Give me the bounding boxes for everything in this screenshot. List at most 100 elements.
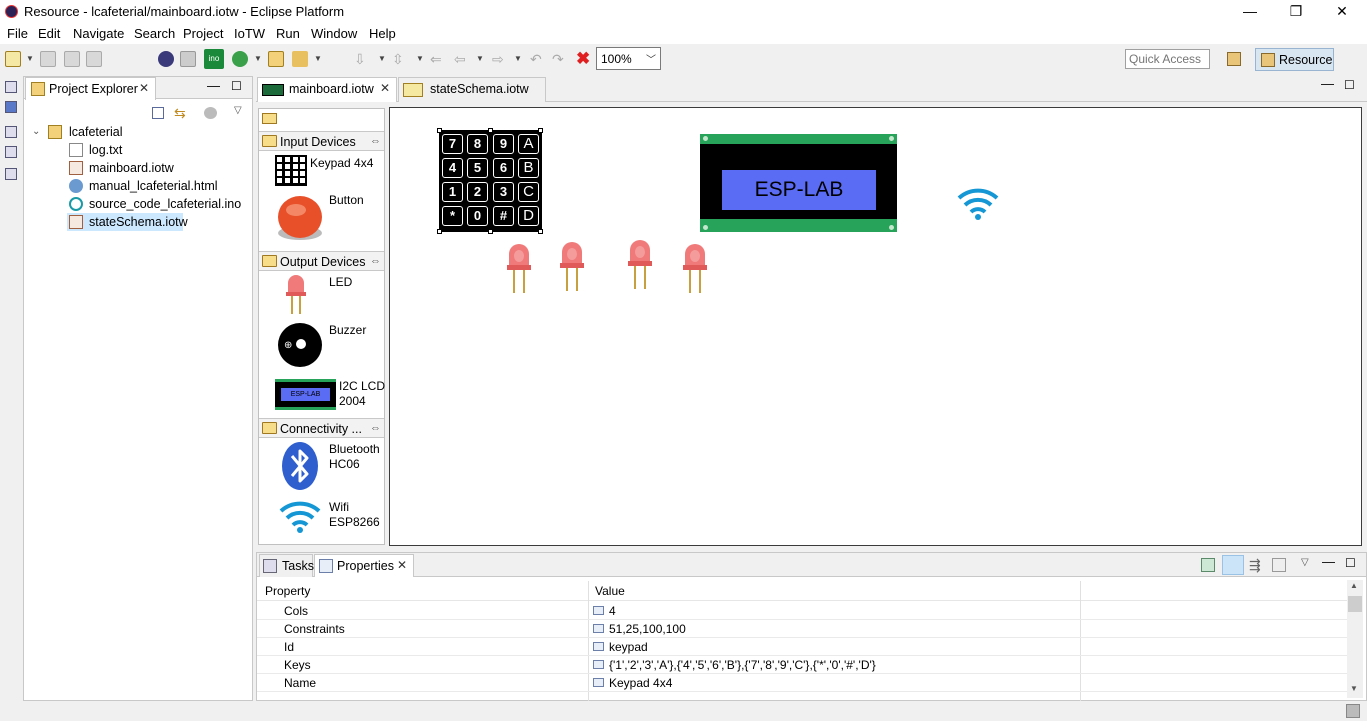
open-perspective-icon[interactable]: [1227, 52, 1241, 66]
ino-icon[interactable]: ino: [204, 49, 224, 69]
minimize-icon[interactable]: —: [1322, 554, 1335, 569]
zoom-select[interactable]: 100% ﹀: [596, 47, 661, 70]
menu-window[interactable]: Window: [311, 26, 357, 41]
maximize-icon[interactable]: ☐: [1345, 556, 1356, 570]
lcd-palette-icon[interactable]: ESP-LAB: [275, 379, 336, 410]
restore-default-icon[interactable]: [1272, 558, 1286, 572]
scrollbar-thumb[interactable]: [1348, 596, 1362, 612]
pin-icon[interactable]: [1201, 558, 1215, 572]
tree-project[interactable]: ⌄ lcafeterial: [32, 123, 232, 141]
maximize-icon[interactable]: ☐: [1344, 78, 1355, 92]
collapse-icon[interactable]: ⇔: [370, 135, 381, 147]
view-menu-icon[interactable]: ▽: [234, 105, 242, 116]
maximize-button[interactable]: ❐: [1273, 0, 1319, 24]
palette-item-buzzer[interactable]: Buzzer: [329, 323, 366, 338]
tab-mainboard[interactable]: mainboard.iotw ✕: [257, 77, 397, 102]
palette-item-wifi[interactable]: Wifi ESP8266: [329, 500, 380, 530]
lcd-component[interactable]: ESP-LAB: [700, 134, 897, 232]
delete-icon[interactable]: ✖: [576, 49, 592, 68]
palette-group-input[interactable]: Input Devices ⇔: [259, 131, 384, 151]
property-row[interactable]: Cols 4: [257, 602, 1349, 620]
menu-project[interactable]: Project: [183, 26, 223, 41]
collapse-all-icon[interactable]: [152, 107, 164, 119]
led-palette-icon[interactable]: [285, 275, 307, 315]
menu-search[interactable]: Search: [134, 26, 175, 41]
tree-file[interactable]: mainboard.iotw: [69, 159, 249, 177]
chevron-down-icon[interactable]: ▼: [26, 54, 34, 63]
tree-file[interactable]: manual_lcafeterial.html: [69, 177, 249, 195]
open-folder-icon[interactable]: [268, 51, 284, 67]
palette-item-led[interactable]: LED: [329, 275, 352, 290]
categories-icon[interactable]: [1222, 555, 1244, 575]
selection-handle[interactable]: [437, 229, 442, 234]
tab-stateschema[interactable]: stateSchema.iotw: [398, 77, 546, 102]
property-row[interactable]: Constraints 51,25,100,100: [257, 620, 1349, 638]
scroll-down-icon[interactable]: ▼: [1350, 684, 1358, 693]
run-icon[interactable]: [232, 51, 248, 67]
minimize-button[interactable]: —: [1227, 0, 1273, 24]
close-button[interactable]: ✕: [1319, 0, 1365, 24]
build-icon[interactable]: [292, 51, 308, 67]
chevron-down-icon[interactable]: ▼: [416, 54, 424, 63]
link-editor-icon[interactable]: ⇆: [174, 105, 186, 122]
tab-tasks[interactable]: Tasks: [259, 554, 314, 577]
perspective-resource[interactable]: Resource: [1255, 48, 1334, 71]
close-icon[interactable]: ✕: [139, 81, 149, 95]
copy-icon[interactable]: [180, 51, 196, 67]
next-annotation-icon[interactable]: ⇳: [392, 51, 408, 67]
selection-handle[interactable]: [538, 128, 543, 133]
palette-item-button[interactable]: Button: [329, 193, 364, 208]
back-icon[interactable]: ⇦: [454, 51, 470, 67]
chevron-down-icon[interactable]: ⌄: [32, 123, 40, 141]
project-explorer-tab[interactable]: Project Explorer ✕: [25, 77, 156, 100]
palette-group-connectivity[interactable]: Connectivity ... ⇔: [259, 418, 384, 438]
led-component-icon[interactable]: [682, 244, 708, 296]
selection-handle[interactable]: [488, 229, 493, 234]
collapse-icon[interactable]: ⇔: [370, 255, 381, 267]
chevron-down-icon[interactable]: ▼: [378, 54, 386, 63]
wifi-icon[interactable]: [278, 499, 322, 533]
buzzer-palette-icon[interactable]: ⊕: [277, 322, 323, 368]
wifi-component-icon[interactable]: [956, 186, 1000, 220]
task-list-icon[interactable]: [5, 168, 17, 180]
bluetooth-icon[interactable]: [281, 441, 319, 491]
menu-iotw[interactable]: IoTW: [234, 26, 265, 41]
selection-handle[interactable]: [437, 128, 442, 133]
restore-icon[interactable]: [5, 126, 17, 138]
chevron-down-icon[interactable]: ▼: [514, 54, 522, 63]
menu-file[interactable]: File: [7, 26, 28, 41]
selection-handle[interactable]: [538, 229, 543, 234]
outline-icon[interactable]: [5, 101, 17, 113]
button-palette-icon[interactable]: [276, 193, 326, 243]
property-row[interactable]: Name Keypad 4x4: [257, 674, 1349, 692]
menu-navigate[interactable]: Navigate: [73, 26, 124, 41]
palette-group-output[interactable]: Output Devices ⇔: [259, 251, 384, 271]
print-icon[interactable]: [86, 51, 102, 67]
save-all-icon[interactable]: [64, 51, 80, 67]
tree-file[interactable]: log.txt: [69, 141, 249, 159]
progress-icon[interactable]: [1346, 704, 1360, 718]
forward-icon[interactable]: ⇨: [492, 51, 508, 67]
column-header-property[interactable]: Property: [265, 584, 310, 598]
scroll-up-icon[interactable]: ▲: [1350, 581, 1358, 590]
chevron-down-icon[interactable]: ▼: [476, 54, 484, 63]
chevron-down-icon[interactable]: ▼: [254, 54, 262, 63]
maximize-icon[interactable]: ☐: [231, 79, 242, 93]
palette-item-bluetooth[interactable]: Bluetooth HC06: [329, 442, 380, 472]
new-icon[interactable]: [5, 51, 21, 67]
column-header-value[interactable]: Value: [595, 584, 625, 598]
palette-folder-icon[interactable]: [262, 113, 277, 124]
led-component-icon[interactable]: [627, 240, 653, 292]
minimize-icon[interactable]: —: [1321, 76, 1334, 91]
close-icon[interactable]: ✕: [397, 558, 407, 572]
hierarchy-icon[interactable]: [5, 146, 17, 158]
keypad-component[interactable]: 7 8 9 A 4 5 6 B 1 2 3 C * 0 # D: [439, 130, 542, 232]
view-menu-icon[interactable]: ▽: [1301, 557, 1309, 568]
property-row[interactable]: Id keypad: [257, 638, 1349, 656]
led-component-icon[interactable]: [559, 242, 585, 294]
keypad-palette-icon[interactable]: [275, 155, 307, 186]
close-icon[interactable]: ✕: [380, 81, 390, 95]
led-component-icon[interactable]: [506, 244, 532, 296]
tree-file-selected[interactable]: stateSchema.iotw: [67, 213, 188, 231]
collapse-icon[interactable]: ⇔: [370, 422, 381, 434]
